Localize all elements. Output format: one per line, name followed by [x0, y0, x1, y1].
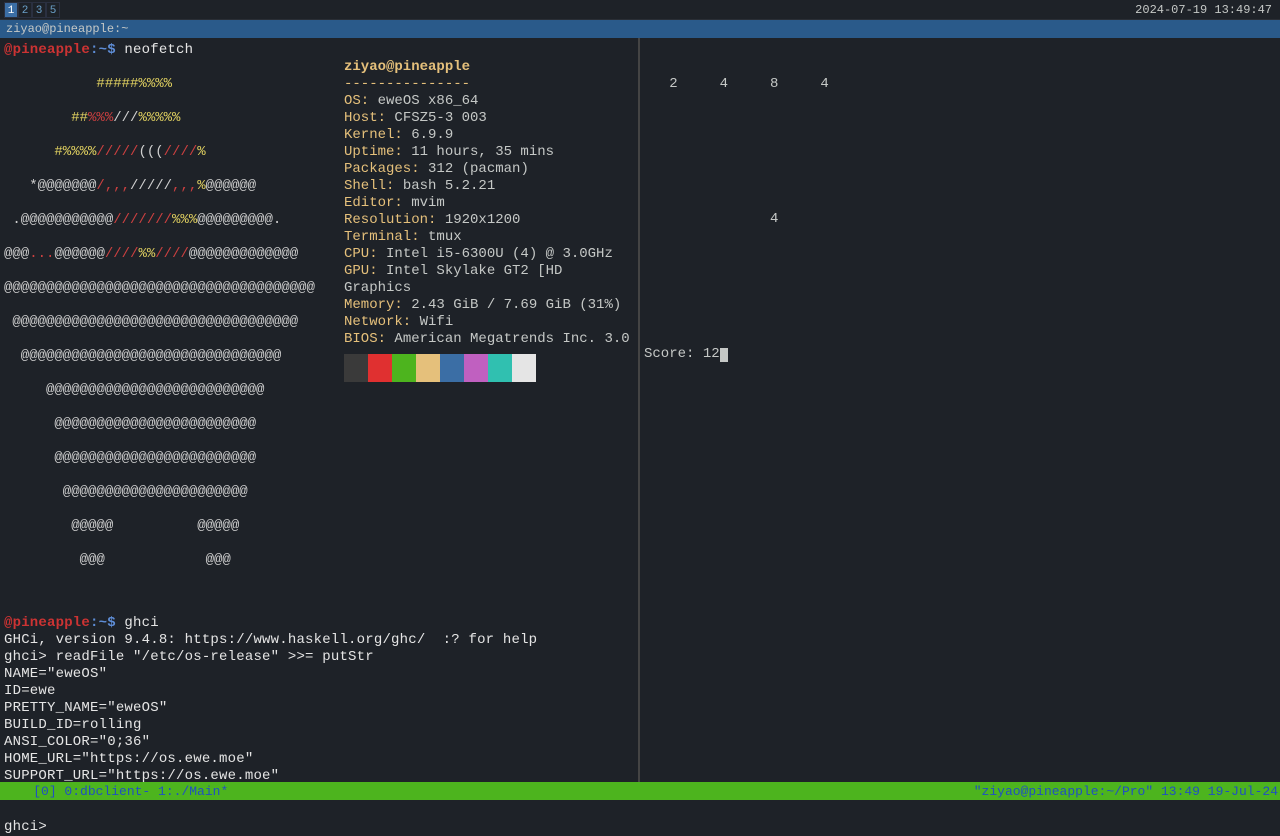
nf-terminal: Terminal: tmux: [344, 229, 634, 246]
palette-7: [512, 354, 536, 382]
nf-separator: ---------------: [344, 76, 634, 93]
topbar: 1 2 3 5 2024-07-19 13:49:47: [0, 0, 1280, 20]
palette-4: [440, 354, 464, 382]
palette-6: [488, 354, 512, 382]
nf-memory: Memory: 2.43 GiB / 7.69 GiB (31%): [344, 297, 634, 314]
workspace-tabs: 1 2 3 5: [4, 2, 60, 18]
workspace-tab-1[interactable]: 1: [4, 2, 18, 18]
game-row-1: 2 4 8 4: [644, 76, 1276, 93]
palette-1: [368, 354, 392, 382]
nf-cpu: CPU: Intel i5-6300U (4) @ 3.0GHz: [344, 246, 634, 263]
prompt-neofetch: @pineapple:~$ neofetch: [4, 42, 634, 59]
tmux-left: [0] 0:dbclient- 1:./Main*: [2, 769, 228, 814]
nf-kernel: Kernel: 6.9.9: [344, 127, 634, 144]
nf-header: ziyao@pineapple: [344, 59, 634, 76]
os-release-2: PRETTY_NAME="eweOS": [4, 700, 634, 717]
clock-label: 2024-07-19 13:49:47: [1135, 3, 1276, 17]
tmux-right: "ziyao@pineapple:~/Pro" 13:49 19-Jul-24: [943, 769, 1278, 814]
ghci-cmd-line: ghci> readFile "/etc/os-release" >>= put…: [4, 649, 634, 666]
pane-left[interactable]: @pineapple:~$ neofetch #####%%%% ##%%%//…: [0, 38, 638, 784]
palette-2: [392, 354, 416, 382]
palette-5: [464, 354, 488, 382]
prompt-ghci: @pineapple:~$ ghci: [4, 615, 634, 632]
nf-os: OS: eweOS x86_64: [344, 93, 634, 110]
game-row-2: 4: [644, 211, 1276, 228]
workspace-tab-3[interactable]: 3: [32, 2, 46, 18]
game-score: Score: 12: [644, 346, 1276, 363]
nf-resolution: Resolution: 1920x1200: [344, 212, 634, 229]
nf-shell: Shell: bash 5.2.21: [344, 178, 634, 195]
os-release-4: ANSI_COLOR="0;36": [4, 734, 634, 751]
os-release-3: BUILD_ID=rolling: [4, 717, 634, 734]
palette-0: [344, 354, 368, 382]
workspace-tab-5[interactable]: 5: [46, 2, 60, 18]
window-title: ziyao@pineapple:~: [0, 20, 1280, 38]
pane-right[interactable]: 2 4 8 4 4 Score: 12: [640, 38, 1280, 784]
nf-host: Host: CFSZ5-3 003: [344, 110, 634, 127]
cursor-block: [720, 348, 728, 362]
ghci-banner: GHCi, version 9.4.8: https://www.haskell…: [4, 632, 634, 649]
palette-3: [416, 354, 440, 382]
nf-editor: Editor: mvim: [344, 195, 634, 212]
neofetch-output: #####%%%% ##%%%///%%%%% #%%%%/////(((///…: [4, 59, 634, 603]
ascii-art: #####%%%% ##%%%///%%%%% #%%%%/////(((///…: [4, 59, 344, 603]
nf-uptime: Uptime: 11 hours, 35 mins: [344, 144, 634, 161]
color-palette: [344, 354, 634, 382]
nf-packages: Packages: 312 (pacman): [344, 161, 634, 178]
nf-network: Network: Wifi: [344, 314, 634, 331]
ghci-prompt-idle[interactable]: ghci>: [4, 819, 634, 836]
os-release-5: HOME_URL="https://os.ewe.moe": [4, 751, 634, 768]
os-release-1: ID=ewe: [4, 683, 634, 700]
os-release-0: NAME="eweOS": [4, 666, 634, 683]
nf-bios: BIOS: American Megatrends Inc. 3.0: [344, 331, 634, 348]
panes-container: @pineapple:~$ neofetch #####%%%% ##%%%//…: [0, 38, 1280, 784]
nf-gpu: GPU: Intel Skylake GT2 [HD Graphics: [344, 263, 634, 297]
neofetch-info: ziyao@pineapple --------------- OS: eweO…: [344, 59, 634, 603]
tmux-statusbar[interactable]: [0] 0:dbclient- 1:./Main* "ziyao@pineapp…: [0, 782, 1280, 800]
workspace-tab-2[interactable]: 2: [18, 2, 32, 18]
